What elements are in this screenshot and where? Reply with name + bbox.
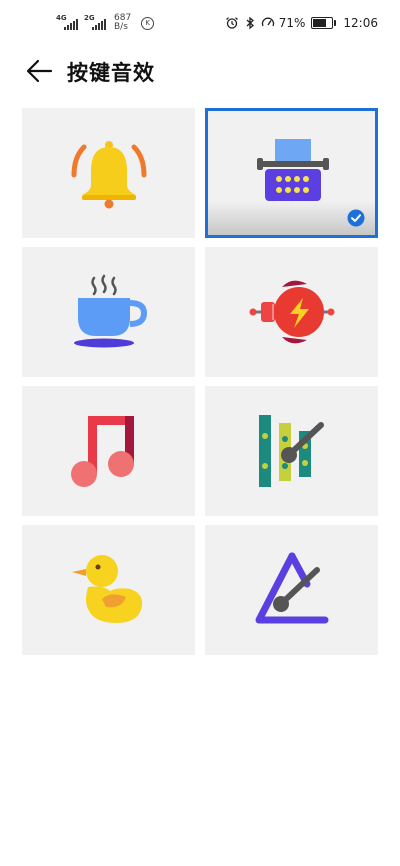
- signal-strength-icon-2: 2G: [84, 14, 106, 30]
- sound-option-robot[interactable]: [205, 247, 378, 377]
- sound-option-duck[interactable]: [22, 525, 195, 655]
- sound-effect-grid: [22, 108, 378, 655]
- bell-icon: [71, 141, 146, 209]
- selected-checkmark-icon: [347, 209, 365, 227]
- robot-icon: [249, 280, 334, 344]
- signal-strength-icon-1: 4G: [56, 14, 78, 30]
- sound-option-typewriter[interactable]: [205, 108, 378, 238]
- status-bar: 4G 2G 687 B/s K 71% 12:06: [0, 0, 400, 44]
- clock: 12:06: [343, 16, 378, 30]
- network-speed: 687 B/s: [114, 14, 131, 32]
- coffee-cup-icon: [73, 274, 147, 348]
- back-arrow-icon[interactable]: [24, 56, 54, 86]
- triangle-instrument-icon: [255, 552, 328, 624]
- sound-option-xylophone[interactable]: [205, 386, 378, 516]
- network-type-label-1: 4G: [56, 14, 67, 22]
- sound-option-bell[interactable]: [22, 108, 195, 238]
- battery-percentage: 71%: [278, 16, 306, 30]
- alarm-icon: [225, 17, 238, 29]
- k-badge-icon: K: [141, 16, 155, 30]
- battery-icon: [311, 17, 337, 29]
- performance-mode-icon: [261, 17, 274, 27]
- sound-option-coffee-cup[interactable]: [22, 247, 195, 377]
- typewriter-icon: [256, 138, 329, 201]
- network-speed-unit: B/s: [114, 22, 128, 32]
- network-type-label-2: 2G: [84, 14, 95, 22]
- duck-icon: [71, 555, 142, 623]
- sound-option-music-note[interactable]: [22, 386, 195, 516]
- status-bar-left: 4G 2G 687 B/s K: [56, 11, 155, 35]
- music-note-icon: [70, 416, 134, 487]
- status-bar-right: 71% 12:06: [225, 12, 378, 34]
- xylophone-icon: [258, 415, 324, 487]
- bluetooth-icon: [246, 16, 254, 30]
- header: 按键音效: [0, 50, 400, 90]
- sound-option-triangle[interactable]: [205, 525, 378, 655]
- page-title: 按键音效: [67, 61, 155, 85]
